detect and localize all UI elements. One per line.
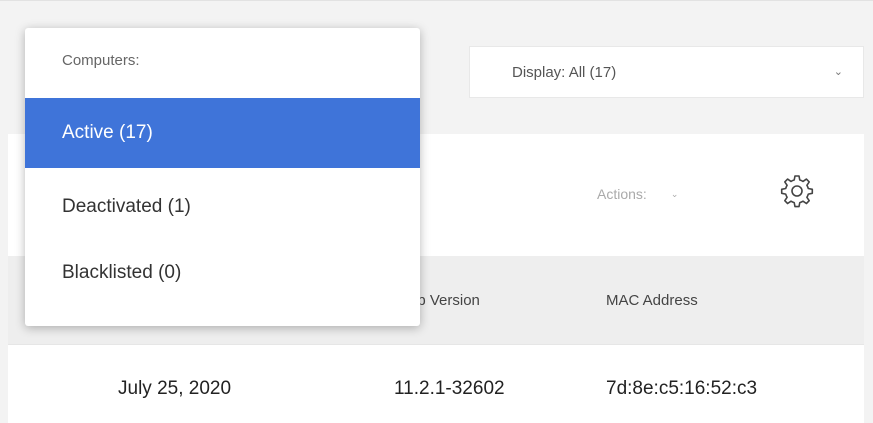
chevron-down-icon: ⌄ [670,188,679,199]
table-cell-app-version: 11.2.1-32602 [394,378,505,399]
menu-item-deactivated[interactable]: Deactivated (1) [25,172,420,242]
gear-icon[interactable] [779,173,815,209]
display-filter-dropdown[interactable]: Display: All (17) ⌄ [469,46,864,98]
menu-item-label: Active (17) [62,122,153,143]
column-header-mac-address[interactable]: MAC Address [606,292,698,309]
menu-item-label: Deactivated (1) [62,196,191,217]
menu-item-active[interactable]: Active (17) [25,98,420,168]
display-filter-label: Display: All (17) [512,63,617,81]
computers-dropdown-menu: Computers: Active (17) Deactivated (1) B… [25,28,420,326]
actions-label: Actions: [597,186,647,202]
actions-dropdown[interactable]: Actions: ⌄ [597,182,678,206]
menu-item-label: Blacklisted (0) [62,262,182,283]
menu-item-blacklisted[interactable]: Blacklisted (0) [25,238,420,308]
menu-heading: Computers: [62,52,140,69]
table-cell-date: July 25, 2020 [118,378,232,399]
row-divider [8,344,864,345]
table-cell-mac-address: 7d:8e:c5:16:52:c3 [606,378,758,399]
chevron-down-icon: ⌄ [833,66,843,78]
top-divider [0,0,873,1]
